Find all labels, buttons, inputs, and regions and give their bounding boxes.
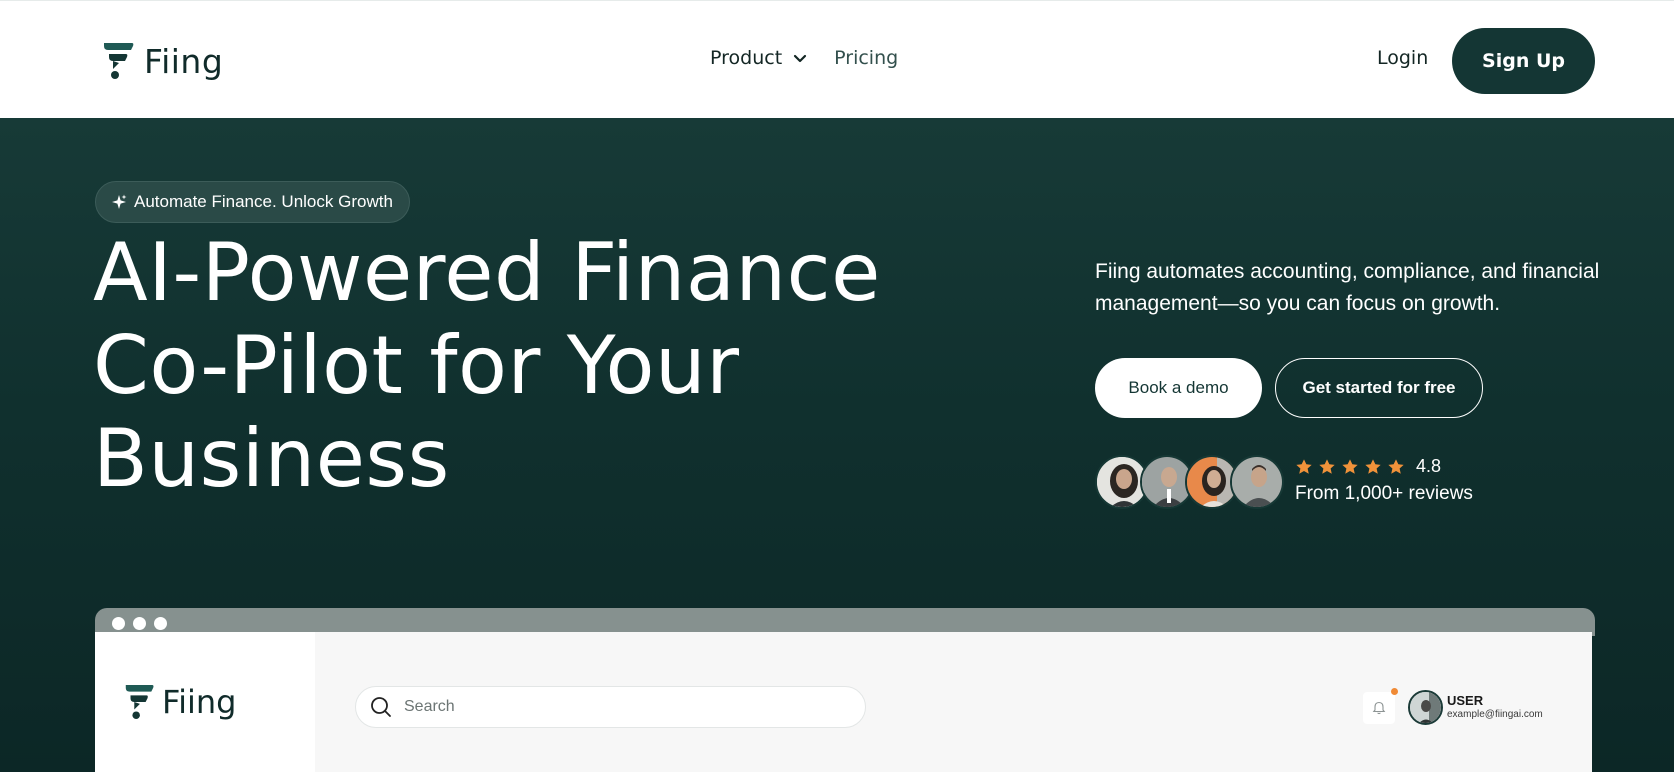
logo-text: Fiing	[144, 41, 224, 81]
signup-button[interactable]: Sign Up	[1452, 28, 1595, 94]
app-preview-body: Fiing USER example@	[95, 632, 1592, 772]
headline-line-1: AI-Powered Finance	[93, 226, 881, 319]
hero-badge-text: Automate Finance. Unlock Growth	[134, 192, 393, 211]
rating-value: 4.8	[1416, 456, 1442, 476]
notifications-button[interactable]	[1363, 688, 1398, 724]
app-logo-text: Fiing	[162, 683, 237, 721]
star-icon	[1296, 458, 1312, 474]
star-icon	[1319, 458, 1335, 474]
reviews-count: From 1,000+ reviews	[1295, 483, 1473, 504]
star-icon	[1365, 458, 1381, 474]
app-logo[interactable]: Fiing	[122, 683, 236, 721]
site-header: Fiing Product Pricing Login Sign Up	[0, 0, 1674, 118]
nav-pricing[interactable]: Pricing	[834, 47, 898, 69]
login-link[interactable]: Login	[1377, 47, 1428, 69]
get-started-free-button[interactable]: Get started for free	[1275, 358, 1483, 418]
headline-line-2: Co-Pilot for Your	[93, 319, 740, 412]
user-email: example@fiingai.com	[1447, 709, 1543, 720]
reviewer-avatars	[1095, 455, 1285, 509]
rating-stars: 4.8	[1295, 456, 1441, 477]
user-avatar[interactable]	[1408, 690, 1443, 725]
window-dot	[154, 617, 167, 630]
notification-dot	[1391, 688, 1398, 695]
app-preview-window: Fiing USER example@	[95, 608, 1595, 772]
search-icon	[371, 697, 391, 717]
sparkle-icon	[112, 194, 127, 209]
hero-headline: AI-Powered Finance Co-Pilot for Your Bus…	[93, 226, 993, 505]
headline-line-3: Business	[93, 412, 450, 505]
hero-description: Fiing automates accounting, compliance, …	[1095, 260, 1600, 315]
nav-pricing-label: Pricing	[834, 47, 899, 69]
fiing-logo-icon	[104, 43, 134, 79]
hero-badge: Automate Finance. Unlock Growth	[95, 181, 410, 223]
app-sidebar: Fiing	[95, 632, 315, 772]
star-icon	[1342, 458, 1358, 474]
app-search-bar[interactable]	[355, 686, 866, 728]
nav-product[interactable]: Product	[710, 47, 808, 69]
brand-logo[interactable]: Fiing	[100, 41, 223, 81]
avatar	[1230, 455, 1284, 509]
book-demo-button[interactable]: Book a demo	[1095, 358, 1262, 418]
search-input[interactable]	[404, 698, 824, 716]
bell-icon	[1372, 701, 1386, 715]
nav-product-label: Product	[710, 47, 783, 69]
user-name: USER	[1447, 693, 1484, 708]
main-nav: Product Pricing	[710, 47, 898, 69]
window-dot	[133, 617, 146, 630]
star-icon	[1388, 458, 1404, 474]
window-dot	[112, 617, 125, 630]
fiing-logo-icon	[125, 685, 154, 719]
chevron-down-icon	[794, 54, 807, 63]
